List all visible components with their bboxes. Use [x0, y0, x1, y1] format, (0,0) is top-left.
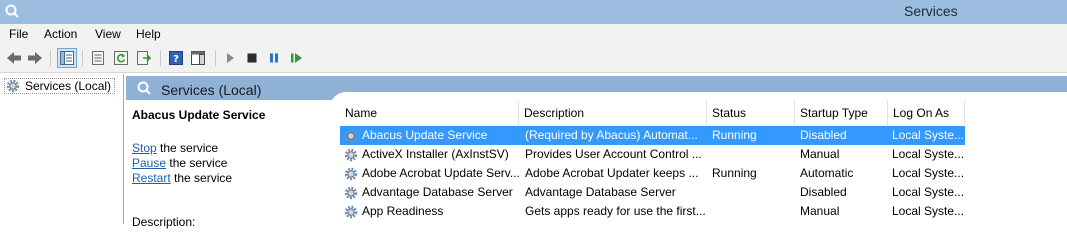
service-description: (Required by Abacus) Automat... [525, 128, 698, 142]
row-name-cell: App Readiness [343, 202, 519, 221]
service-description: Adobe Acrobat Updater keeps ... [525, 166, 699, 180]
restart-action: Restart the service [132, 171, 232, 185]
service-status: Running [712, 166, 757, 180]
pause-link[interactable]: Pause [132, 156, 166, 170]
service-name: App Readiness [362, 204, 444, 218]
restart-action-text: the service [170, 171, 233, 185]
tree-item-services-local[interactable]: Services (Local) [4, 78, 116, 94]
stop-action: Stop the service [132, 141, 218, 155]
service-gear-icon [344, 148, 358, 161]
service-log-on-as: Local Syste... [892, 147, 964, 161]
service-log-on-as: Local Syste... [892, 185, 964, 199]
arrow-left-icon [7, 52, 21, 64]
action-pane-icon [191, 51, 205, 65]
restart-link[interactable]: Restart [132, 171, 171, 185]
export-icon [137, 51, 151, 65]
toolbar: ? [0, 44, 1067, 73]
service-gear-icon [344, 129, 358, 142]
service-description: Provides User Account Control ... [525, 147, 702, 161]
back-button[interactable] [4, 48, 24, 68]
refresh-button[interactable] [111, 48, 131, 68]
console-tree: Services (Local) [0, 74, 124, 224]
console-tree-icon [60, 51, 74, 65]
column-header-name[interactable]: Name [340, 100, 519, 126]
stop-service-button[interactable] [242, 48, 262, 68]
service-log-on-as: Local Syste... [892, 204, 964, 218]
table-row[interactable]: App Readiness Gets apps ready for use th… [340, 202, 965, 221]
svg-text:?: ? [173, 54, 179, 65]
gear-magnifier-icon [5, 4, 19, 18]
menu-bar: File Action View Help [0, 24, 1067, 44]
service-status [712, 145, 792, 164]
row-name-cell: Advantage Database Server [343, 183, 519, 202]
window-title: Services [904, 3, 958, 19]
menu-help[interactable]: Help [136, 27, 161, 41]
description-label: Description: [132, 215, 196, 229]
help-icon: ? [169, 51, 183, 65]
gear-magnifier-icon [137, 81, 151, 95]
service-name-heading: Abacus Update Service [132, 108, 266, 122]
service-gear-icon [344, 167, 358, 180]
pause-action-text: the service [166, 156, 228, 170]
service-status [712, 183, 792, 202]
service-description: Gets apps ready for use the first... [525, 204, 705, 218]
play-icon [227, 53, 234, 63]
properties-icon [92, 51, 104, 65]
table-row[interactable]: Advantage Database Server Advantage Data… [340, 183, 965, 202]
pause-service-button[interactable] [264, 48, 284, 68]
table-row[interactable]: Abacus Update Service (Required by Abacu… [340, 126, 965, 145]
service-detail-pane: Abacus Update Service Stop the service P… [126, 100, 334, 229]
service-status [712, 202, 792, 221]
menu-view[interactable]: View [95, 27, 121, 41]
panel-title: Services (Local) [161, 82, 262, 98]
resume-service-button[interactable] [287, 48, 307, 68]
stop-action-text: the service [156, 141, 219, 155]
stop-link[interactable]: Stop [132, 141, 157, 155]
column-header-status[interactable]: Status [707, 100, 795, 126]
forward-button[interactable] [25, 48, 45, 68]
table-row[interactable]: ActiveX Installer (AxInstSV) Provides Us… [340, 145, 965, 164]
services-list: Name Description Status Startup Type Log… [340, 100, 1067, 224]
service-log-on-as: Local Syste... [892, 166, 964, 180]
stop-icon [247, 53, 257, 63]
show-hide-console-tree-button[interactable] [57, 48, 77, 68]
title-bar: Services [0, 0, 1067, 24]
pause-icon [270, 53, 278, 63]
row-name-cell: ActiveX Installer (AxInstSV) [343, 145, 519, 164]
show-action-pane-button[interactable] [188, 48, 208, 68]
tree-item-label: Services (Local) [25, 79, 112, 93]
service-description: Advantage Database Server [525, 185, 676, 199]
menu-file[interactable]: File [9, 27, 28, 41]
service-startup-type: Disabled [800, 128, 847, 142]
service-name: Advantage Database Server [362, 185, 513, 199]
service-startup-type: Disabled [800, 185, 847, 199]
service-startup-type: Automatic [800, 166, 854, 180]
menu-action[interactable]: Action [44, 27, 77, 41]
table-row[interactable]: Adobe Acrobat Update Serv... Adobe Acrob… [340, 164, 965, 183]
service-gear-icon [344, 205, 358, 218]
properties-button[interactable] [88, 48, 108, 68]
gear-icon [6, 79, 20, 93]
column-header-description[interactable]: Description [519, 100, 707, 126]
export-list-button[interactable] [134, 48, 154, 68]
help-button[interactable]: ? [166, 48, 186, 68]
service-startup-type: Manual [800, 204, 840, 218]
service-name: ActiveX Installer (AxInstSV) [362, 147, 509, 161]
service-status: Running [712, 128, 757, 142]
column-header-log-on-as[interactable]: Log On As [888, 100, 965, 126]
arrow-right-icon [28, 52, 42, 64]
service-log-on-as: Local Syste... [892, 128, 964, 142]
service-name: Adobe Acrobat Update Serv... [362, 166, 519, 180]
resume-icon [291, 53, 302, 63]
service-name: Abacus Update Service [362, 128, 488, 142]
column-header-startup-type[interactable]: Startup Type [795, 100, 888, 126]
row-name-cell: Adobe Acrobat Update Serv... [343, 164, 519, 183]
service-gear-icon [344, 186, 358, 199]
row-name-cell: Abacus Update Service [343, 126, 519, 145]
pause-action: Pause the service [132, 156, 227, 170]
service-startup-type: Manual [800, 147, 840, 161]
start-service-button[interactable] [220, 48, 240, 68]
refresh-icon [114, 51, 128, 65]
